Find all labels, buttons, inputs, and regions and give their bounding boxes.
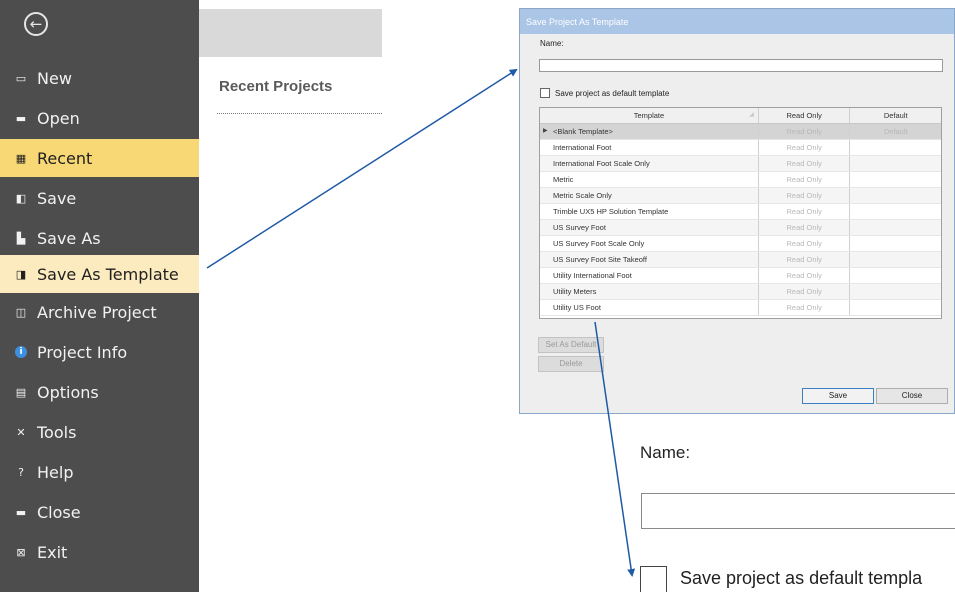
arrow-to-dialog — [206, 68, 518, 269]
annotation-arrows — [206, 68, 636, 577]
arrow-to-zoom — [594, 321, 636, 577]
